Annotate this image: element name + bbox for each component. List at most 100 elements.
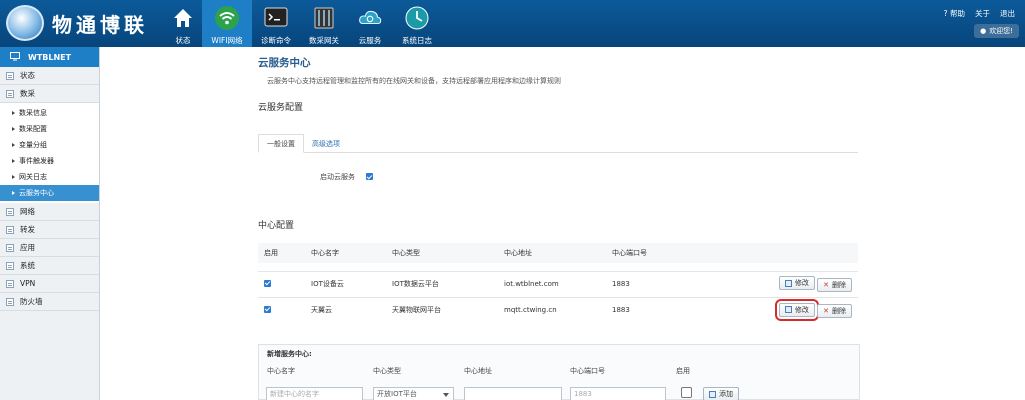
enable-cloud-checkbox[interactable] <box>366 173 373 180</box>
nav-wifi[interactable]: WIFI网络 <box>202 0 252 47</box>
list-icon <box>6 207 14 216</box>
main-content: 云服务中心 云服务中心支持远程管理和监控所有的在线网关和设备，支持远程部署应用程… <box>101 47 1025 400</box>
new-service-panel: 新增服务中心: 中心名字 中心类型 中心地址 中心端口号 启用 新建中心的名字 … <box>258 344 860 400</box>
caret-right-icon <box>12 143 15 147</box>
nav-gateway[interactable]: 数采网关 <box>300 0 348 47</box>
row-type: IOT数据云平台 <box>386 270 498 297</box>
settings-tabs: 一般设置 高级选项 <box>258 134 858 153</box>
caret-right-icon <box>12 159 15 163</box>
add-button[interactable]: 添加 <box>703 387 739 400</box>
col-enabled: 启用 <box>258 243 305 263</box>
table-row: IOT设备云 IOT数据云平台 iot.wtblnet.com 1883 修改 … <box>258 270 858 297</box>
center-table: 启用 中心名字 中心类型 中心地址 中心端口号 IOT设备云 IOT数据云平台 … <box>258 243 858 323</box>
caret-right-icon <box>12 175 15 179</box>
nav-cloud[interactable]: 云服务 <box>348 0 392 47</box>
row-name: IOT设备云 <box>305 270 386 297</box>
gateway-icon <box>311 5 337 31</box>
list-icon <box>6 261 14 270</box>
sidebar-item-forward[interactable]: 转发 <box>0 221 99 239</box>
col-address: 中心地址 <box>498 243 606 263</box>
top-links: ? 帮助 关于 退出 <box>944 8 1015 19</box>
logo-icon <box>6 5 44 41</box>
col-actions <box>768 243 858 263</box>
main-nav: 状态 WIFI网络 诊断命令 数采网关 云服务 系统日志 <box>164 0 442 47</box>
edit-button[interactable]: 修改 <box>778 276 815 291</box>
tab-general[interactable]: 一般设置 <box>258 134 304 153</box>
caret-right-icon <box>12 111 15 115</box>
list-icon <box>6 243 14 252</box>
nav-syslog[interactable]: 系统日志 <box>392 0 442 47</box>
page-title: 云服务中心 <box>258 57 311 69</box>
list-icon <box>6 89 14 98</box>
new-enabled-checkbox[interactable] <box>681 387 692 398</box>
list-icon <box>6 225 14 234</box>
sidebar-subitem-gateway-log[interactable]: 网关日志 <box>0 169 99 185</box>
sidebar-submenu: 数采信息 数采配置 变量分组 事件触发器 网关日志 云服务中心 <box>0 103 99 203</box>
delete-button[interactable]: ✕ 删除 <box>817 277 852 292</box>
sidebar-item-status[interactable]: 状态 <box>0 67 99 85</box>
logout-link[interactable]: 退出 <box>1000 8 1015 19</box>
col-port: 中心端口号 <box>606 243 768 263</box>
row-port: 1883 <box>606 270 768 297</box>
wifi-icon <box>214 5 240 31</box>
edit-icon <box>784 306 792 313</box>
sidebar-title: WTBLNET <box>0 47 99 67</box>
sidebar-item-network[interactable]: 网络 <box>0 203 99 221</box>
row-enabled-checkbox[interactable] <box>264 279 271 287</box>
cloud-icon <box>357 5 383 31</box>
monitor-icon <box>10 51 20 63</box>
about-link[interactable]: 关于 <box>975 8 990 19</box>
list-icon <box>6 297 14 306</box>
sidebar-item-firewall[interactable]: 防火墙 <box>0 293 99 311</box>
sidebar-item-apps[interactable]: 应用 <box>0 239 99 257</box>
sidebar-subitem-var-group[interactable]: 变量分组 <box>0 137 99 153</box>
home-icon <box>170 5 196 31</box>
sidebar: WTBLNET 状态 数采 数采信息 数采配置 变量分组 事件触发器 网关日志 … <box>0 47 100 400</box>
new-type-select[interactable]: 开放IOT平台 <box>373 387 454 400</box>
row-port: 1883 <box>606 296 768 323</box>
help-link[interactable]: ? 帮助 <box>944 8 965 19</box>
delete-icon: ✕ <box>823 307 829 315</box>
row-address: mqtt.ctwing.cn <box>498 296 606 323</box>
add-icon <box>709 390 716 398</box>
sidebar-item-vpn[interactable]: VPN <box>0 275 99 293</box>
new-address-input[interactable] <box>464 387 562 400</box>
caret-right-icon <box>12 127 15 131</box>
sidebar-subitem-acq-config[interactable]: 数采配置 <box>0 121 99 137</box>
edit-button[interactable]: 修改 <box>774 298 819 321</box>
caret-right-icon <box>12 191 15 195</box>
edit-icon <box>784 279 792 287</box>
sidebar-subitem-event-trigger[interactable]: 事件触发器 <box>0 153 99 169</box>
row-type: 天翼物联网平台 <box>386 296 498 323</box>
delete-icon: ✕ <box>823 280 829 289</box>
center-heading: 中心配置 <box>258 221 295 231</box>
col-name: 中心名字 <box>305 243 386 263</box>
table-header-row: 启用 中心名字 中心类型 中心地址 中心端口号 <box>258 243 858 263</box>
new-name-input[interactable]: 新建中心的名字 <box>266 387 363 400</box>
sidebar-item-acquisition[interactable]: 数采 <box>0 85 99 103</box>
new-col-type: 中心类型 <box>373 367 401 375</box>
sidebar-item-system[interactable]: 系统 <box>0 257 99 275</box>
tab-advanced[interactable]: 高级选项 <box>304 134 348 153</box>
row-enabled-checkbox[interactable] <box>264 305 271 313</box>
new-col-port: 中心端口号 <box>570 367 605 375</box>
help-icon: ? <box>943 9 948 18</box>
logo-text: 物通博联 <box>52 13 148 37</box>
row-name: 天翼云 <box>305 296 386 323</box>
new-service-title: 新增服务中心: <box>267 350 312 358</box>
welcome-badge[interactable]: ● 欢迎您! <box>974 24 1019 38</box>
new-col-name: 中心名字 <box>267 367 295 375</box>
config-heading: 云服务配置 <box>258 103 304 113</box>
new-port-input[interactable]: 1883 <box>570 387 666 400</box>
sidebar-subitem-acq-info[interactable]: 数采信息 <box>0 105 99 121</box>
user-icon: ● <box>980 27 987 35</box>
col-type: 中心类型 <box>386 243 498 263</box>
top-header: 物通博联 状态 WIFI网络 诊断命令 数采网关 云服务 系统日志 ? 帮助 关… <box>0 0 1025 47</box>
sidebar-subitem-cloud-center[interactable]: 云服务中心 <box>0 185 99 201</box>
table-row: 天翼云 天翼物联网平台 mqtt.ctwing.cn 1883 修改 ✕ 删除 <box>258 296 858 323</box>
new-col-address: 中心地址 <box>464 367 492 375</box>
log-icon <box>404 5 430 31</box>
nav-status[interactable]: 状态 <box>164 0 202 47</box>
delete-button[interactable]: ✕ 删除 <box>817 304 852 318</box>
nav-diagnostics[interactable]: 诊断命令 <box>252 0 300 47</box>
